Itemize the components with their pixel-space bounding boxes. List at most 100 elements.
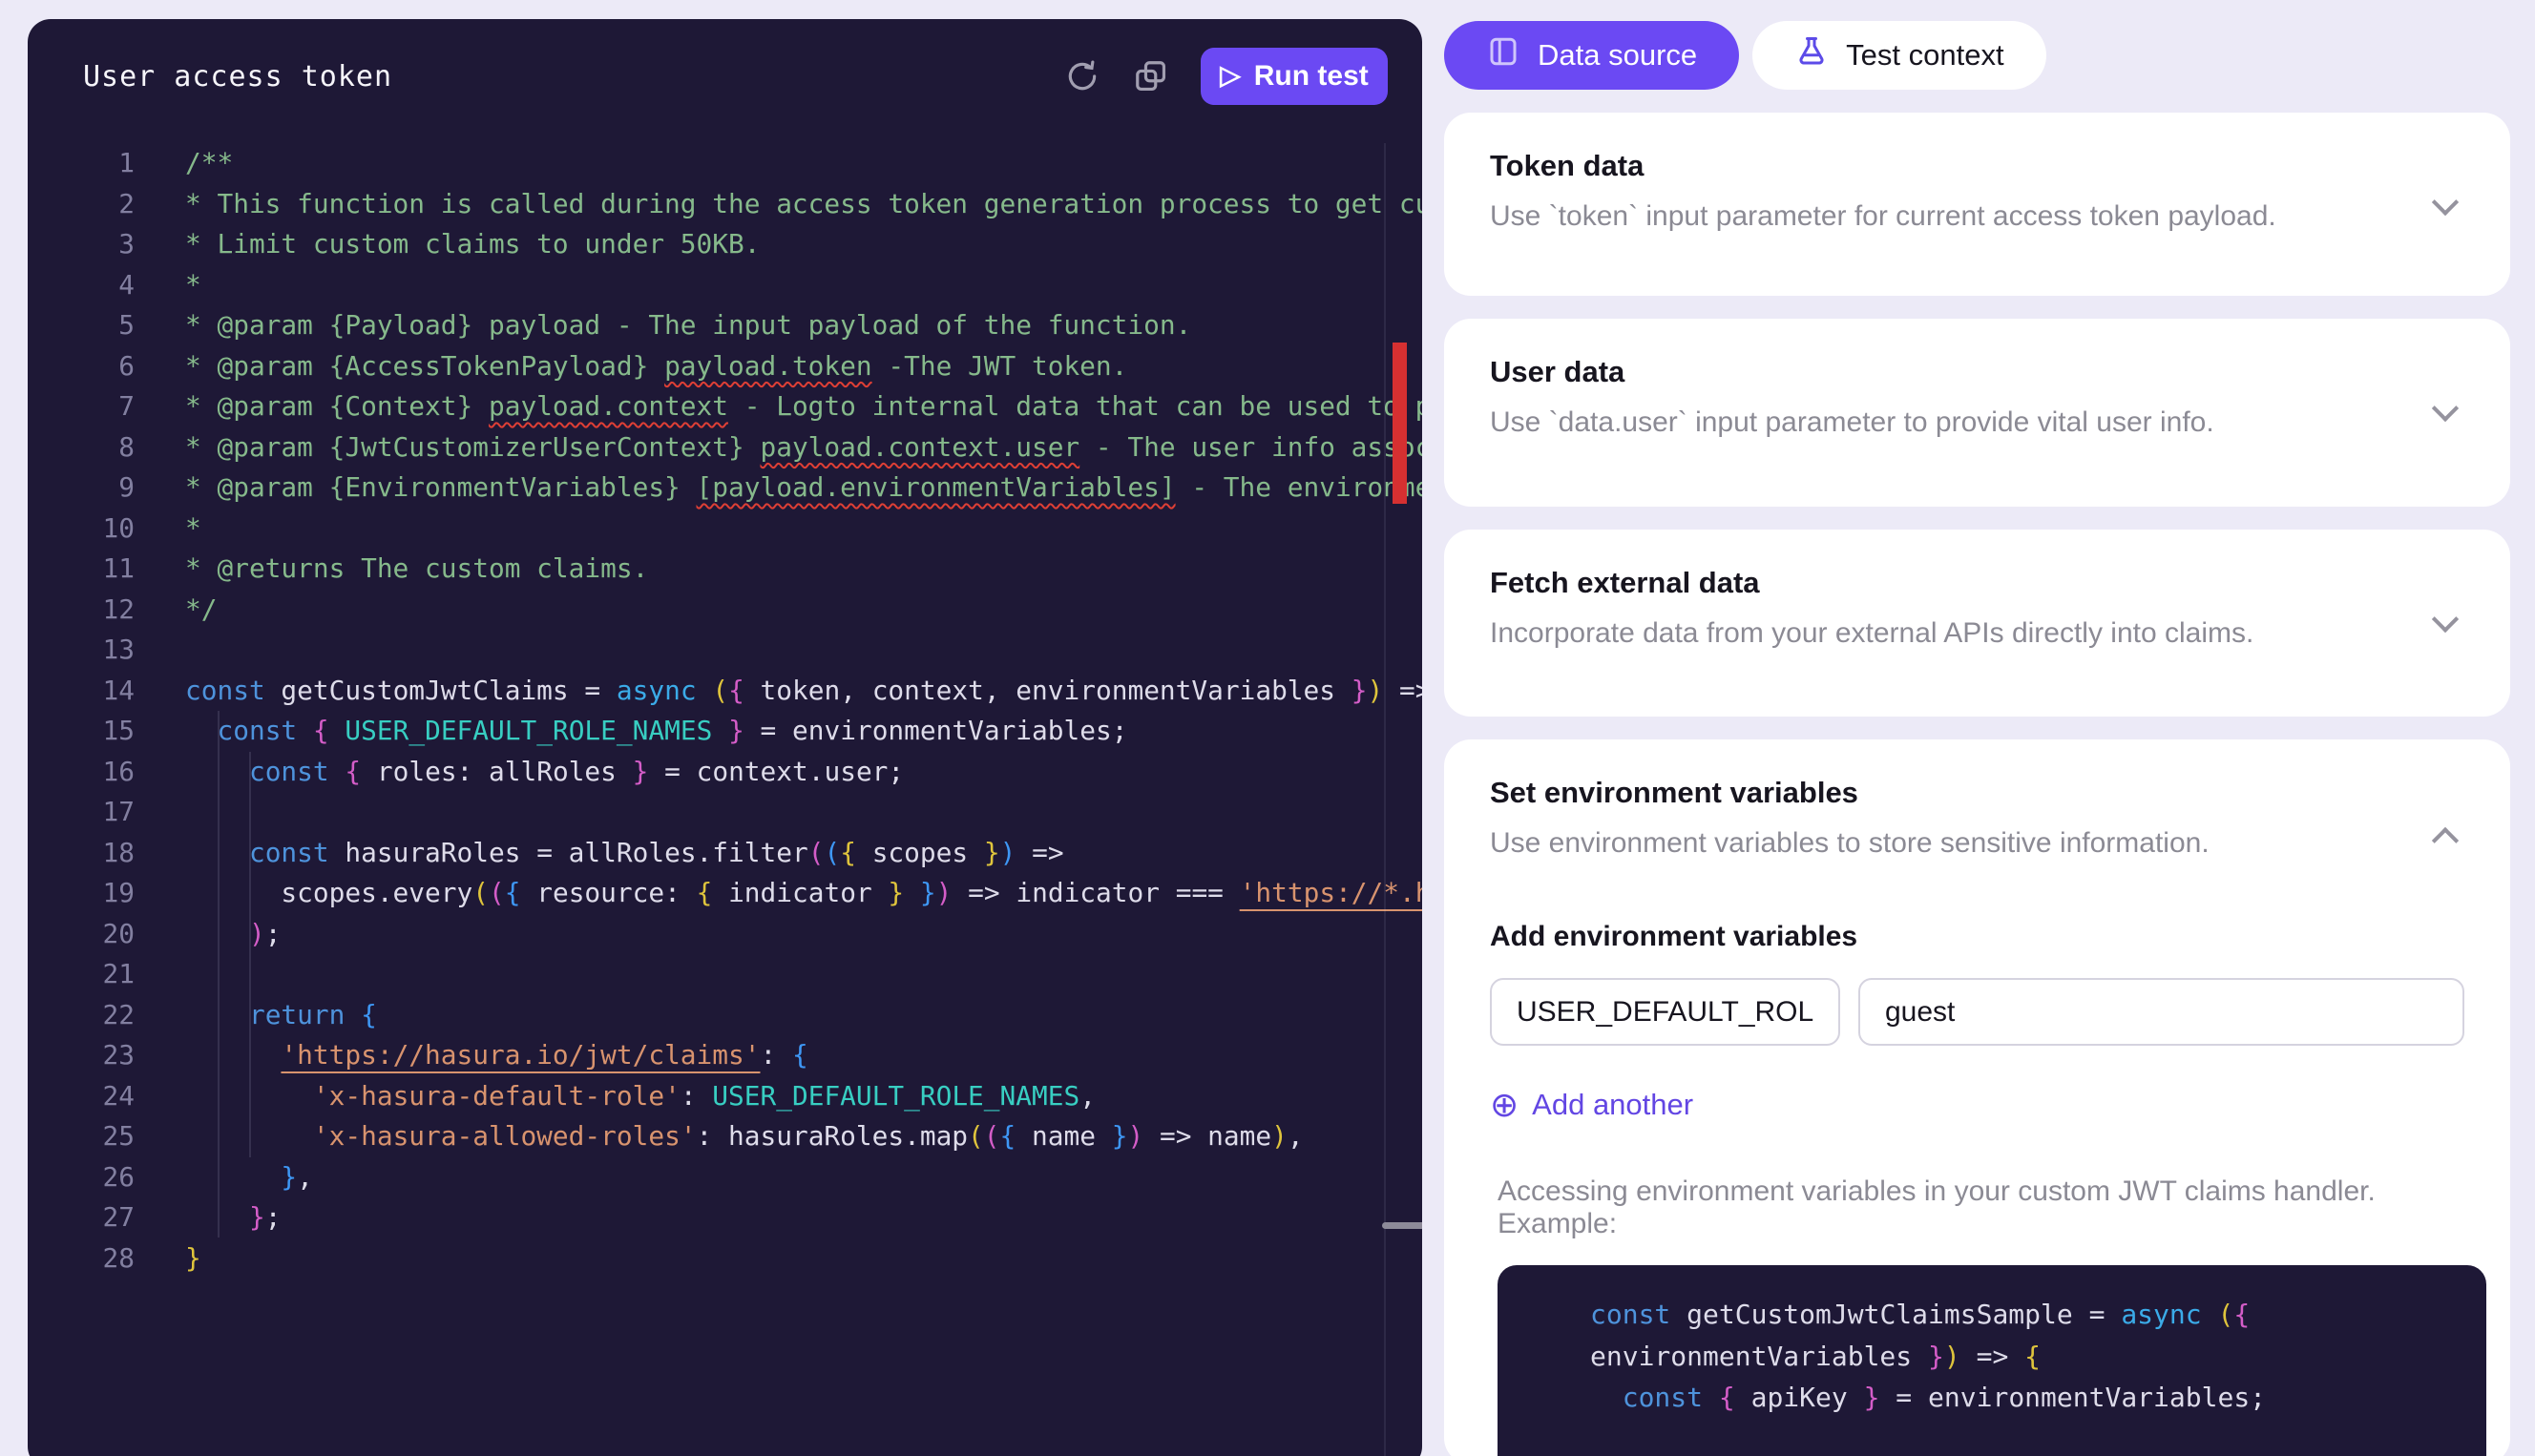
code-line: 21	[28, 954, 1422, 995]
line-number: 11	[28, 549, 135, 590]
editor-scroll-edge	[1384, 143, 1386, 1456]
line-number: 13	[28, 630, 135, 671]
env-key-input[interactable]	[1490, 978, 1840, 1046]
refresh-icon[interactable]	[1061, 55, 1103, 97]
code-line: const getCustomJwtClaimsSample = async (…	[1540, 1294, 2444, 1336]
card-title: Set environment variables	[1490, 776, 2464, 810]
horizontal-scrollbar-thumb[interactable]	[1382, 1222, 1422, 1229]
indent-guide	[249, 752, 251, 1157]
card-user-data[interactable]: User data Use `data.user` input paramete…	[1444, 319, 2510, 507]
tab-bar: Data source Test context	[1444, 0, 2535, 90]
run-test-button[interactable]: ▷ Run test	[1201, 48, 1388, 105]
line-number: 25	[28, 1116, 135, 1157]
code-line: 4*	[28, 265, 1422, 306]
tab-test-context[interactable]: Test context	[1752, 21, 2045, 90]
data-source-panel: Data source Test context Token data Use …	[1444, 0, 2535, 1456]
code-line: environmentVariables }) => {	[1540, 1336, 2444, 1378]
line-number: 22	[28, 995, 135, 1036]
code-line: 9* @param {EnvironmentVariables} [payloa…	[28, 468, 1422, 509]
env-variable-row	[1490, 978, 2464, 1046]
tab-data-source[interactable]: Data source	[1444, 21, 1739, 90]
code-line: 17	[28, 792, 1422, 833]
code-line: 8* @param {JwtCustomizerUserContext} pay…	[28, 427, 1422, 468]
card-subtitle: Use `data.user` input parameter to provi…	[1490, 406, 2464, 439]
add-env-variables-label: Add environment variables	[1490, 921, 2464, 953]
code-line: 5* @param {Payload} payload - The input …	[28, 305, 1422, 346]
card-subtitle: Use environment variables to store sensi…	[1490, 827, 2464, 860]
card-set-environment-variables: Set environment variables Use environmen…	[1444, 739, 2510, 1456]
line-number: 23	[28, 1035, 135, 1076]
line-number: 5	[28, 305, 135, 346]
card-subtitle: Use `token` input parameter for current …	[1490, 200, 2464, 233]
line-number: 27	[28, 1197, 135, 1238]
code-line: 28}	[28, 1238, 1422, 1279]
code-line: 20 );	[28, 914, 1422, 955]
code-line: 24 'x-hasura-default-role': USER_DEFAULT…	[28, 1076, 1422, 1117]
line-number: 2	[28, 184, 135, 225]
tab-test-context-label: Test context	[1846, 38, 2003, 73]
copy-icon[interactable]	[1130, 55, 1172, 97]
line-number: 18	[28, 833, 135, 874]
code-line: 7* @param {Context} payload.context - Lo…	[28, 386, 1422, 427]
tab-data-source-label: Data source	[1538, 38, 1697, 73]
code-line: 16 const { roles: allRoles } = context.u…	[28, 752, 1422, 793]
line-number: 12	[28, 590, 135, 631]
line-number: 15	[28, 711, 135, 752]
sample-code-block: const getCustomJwtClaimsSample = async (…	[1498, 1265, 2486, 1456]
card-title: Fetch external data	[1490, 566, 2464, 600]
card-subtitle: Incorporate data from your external APIs…	[1490, 617, 2464, 650]
code-line	[1540, 1419, 2444, 1456]
add-another-button[interactable]: ⊕ Add another	[1490, 1088, 1693, 1122]
indent-guide	[218, 711, 220, 1238]
code-line: 14const getCustomJwtClaims = async ({ to…	[28, 671, 1422, 712]
code-line: 11* @returns The custom claims.	[28, 549, 1422, 590]
code-line: 27 };	[28, 1197, 1422, 1238]
line-number: 4	[28, 265, 135, 306]
code-line: 3* Limit custom claims to under 50KB.	[28, 224, 1422, 265]
plus-circle-icon: ⊕	[1490, 1088, 1519, 1122]
line-number: 6	[28, 346, 135, 387]
code-line: 1/**	[28, 143, 1422, 184]
code-area[interactable]: 1/**2* This function is called during th…	[28, 134, 1422, 1279]
code-line: 22 return {	[28, 995, 1422, 1036]
line-number: 26	[28, 1157, 135, 1198]
code-line: 10*	[28, 509, 1422, 550]
line-number: 3	[28, 224, 135, 265]
code-line: 13	[28, 630, 1422, 671]
code-line: 18 const hasuraRoles = allRoles.filter((…	[28, 833, 1422, 874]
editor-header: User access token ▷ Run test	[28, 19, 1422, 134]
code-line: 19 scopes.every(({ resource: { indicator…	[28, 873, 1422, 914]
flask-icon	[1794, 34, 1829, 76]
card-title: User data	[1490, 355, 2464, 389]
code-line: 25 'x-hasura-allowed-roles': hasuraRoles…	[28, 1116, 1422, 1157]
card-token-data[interactable]: Token data Use `token` input parameter f…	[1444, 113, 2510, 296]
jwt-editor-panel: User access token ▷ Run test 1/**2* This…	[28, 19, 1422, 1456]
code-line: 2* This function is called during the ac…	[28, 184, 1422, 225]
env-example-caption: Accessing environment variables in your …	[1490, 1175, 2464, 1240]
panel-icon	[1486, 34, 1520, 76]
code-line: 15 const { USER_DEFAULT_ROLE_NAMES } = e…	[28, 711, 1422, 752]
line-number: 14	[28, 671, 135, 712]
line-number: 28	[28, 1238, 135, 1279]
editor-title: User access token	[83, 60, 392, 94]
line-number: 16	[28, 752, 135, 793]
line-number: 10	[28, 509, 135, 550]
play-icon: ▷	[1220, 62, 1241, 89]
card-fetch-external-data[interactable]: Fetch external data Incorporate data fro…	[1444, 530, 2510, 717]
env-value-input[interactable]	[1858, 978, 2464, 1046]
code-line: 12*/	[28, 590, 1422, 631]
line-number: 24	[28, 1076, 135, 1117]
add-another-label: Add another	[1532, 1088, 1693, 1122]
line-number: 20	[28, 914, 135, 955]
run-test-label: Run test	[1254, 60, 1369, 93]
line-number: 17	[28, 792, 135, 833]
line-number: 19	[28, 873, 135, 914]
line-number: 21	[28, 954, 135, 995]
line-number: 8	[28, 427, 135, 468]
code-line: 26 },	[28, 1157, 1422, 1198]
error-stripe-marker	[1393, 343, 1407, 504]
line-number: 1	[28, 143, 135, 184]
code-line: const { apiKey } = environmentVariables;	[1540, 1377, 2444, 1419]
code-line: 6* @param {AccessTokenPayload} payload.t…	[28, 346, 1422, 387]
code-line: 23 'https://hasura.io/jwt/claims': {	[28, 1035, 1422, 1076]
